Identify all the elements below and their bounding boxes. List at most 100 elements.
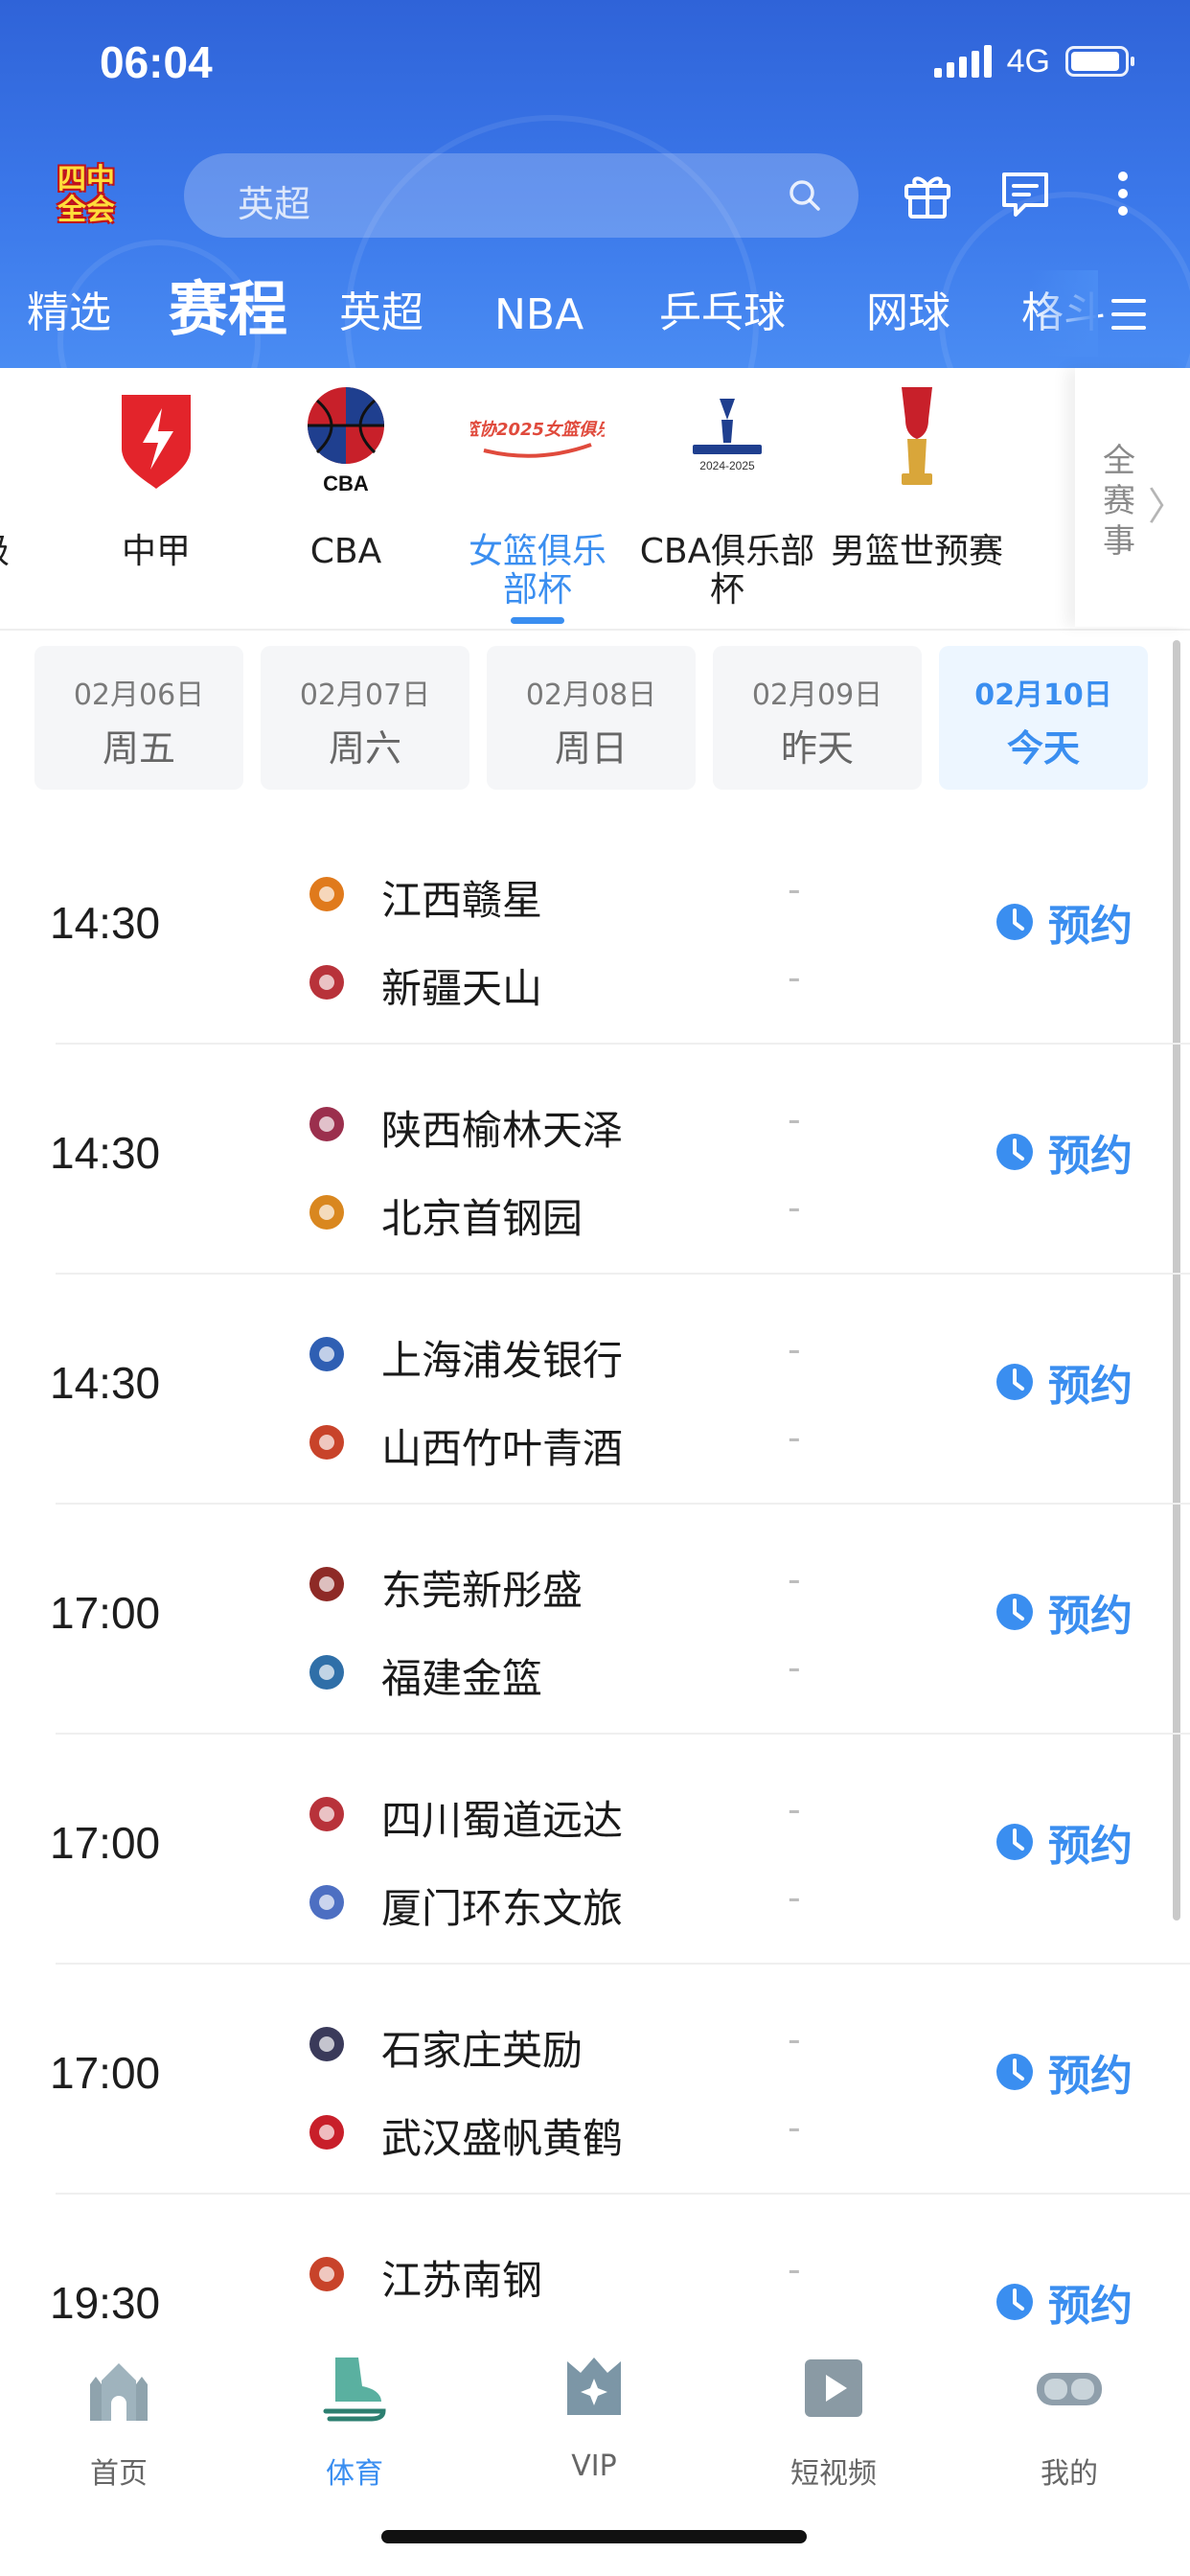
- competition-womens-club-cup[interactable]: 中国篮协2025女篮俱乐部杯 女篮俱乐部杯: [446, 368, 629, 629]
- match-time: 17:00: [50, 1588, 161, 1638]
- home-score: -: [788, 1558, 801, 1600]
- cathedral-icon: [90, 2363, 148, 2421]
- competition-cba-club-cup[interactable]: 2024-2025 CBA俱乐部杯: [636, 368, 818, 629]
- search-bar[interactable]: 英超: [184, 153, 858, 238]
- date-tab-today[interactable]: 02月10日 今天: [939, 646, 1148, 790]
- competition-label: 中甲: [121, 532, 191, 571]
- competition-active-indicator: [511, 617, 564, 624]
- competition-label: CBA俱乐部杯: [639, 532, 815, 610]
- team-logo-icon: [309, 965, 344, 1000]
- chevron-right-icon: 〉: [1148, 485, 1186, 529]
- weekday-label: 周日: [554, 727, 628, 770]
- date-tab[interactable]: 02月07日 周六: [261, 646, 469, 790]
- search-icon: [790, 180, 820, 211]
- skate-icon: [323, 2358, 386, 2422]
- clock-icon: [996, 1364, 1033, 1400]
- weekday-label: 昨天: [780, 727, 854, 770]
- away-score: -: [788, 1646, 801, 1689]
- date-tab[interactable]: 02月06日 周五: [34, 646, 243, 790]
- date-label: 02月06日: [73, 678, 205, 712]
- date-label: 02月10日: [974, 678, 1112, 712]
- nav-label: 我的: [1041, 2457, 1098, 2491]
- nav-short-video[interactable]: 短视频: [738, 2338, 929, 2501]
- reserve-button[interactable]: 预约: [993, 1813, 1133, 1871]
- womens-cup-logo-icon: 中国篮协2025女篮俱乐部杯: [470, 416, 605, 466]
- nav-label: 体育: [326, 2457, 383, 2491]
- team-logo-icon: [309, 2027, 344, 2061]
- competition-world-cup-qualifiers[interactable]: 男篮世预赛: [826, 368, 1008, 629]
- reserve-button[interactable]: 预约: [993, 1353, 1133, 1411]
- team-logo-icon: [309, 1195, 344, 1230]
- match-row[interactable]: 14:30 江西赣星 - 新疆天山 - 预约: [0, 815, 1190, 1045]
- competition-label: 女篮俱乐部杯: [468, 532, 606, 610]
- app-logo[interactable]: 四中 全会: [42, 161, 130, 230]
- network-label: 4G: [1006, 42, 1050, 80]
- date-tab[interactable]: 02月08日 周日: [487, 646, 696, 790]
- logo-line-2: 全会: [57, 194, 115, 227]
- date-label: 02月08日: [525, 678, 657, 712]
- home-score: -: [788, 1328, 801, 1370]
- reserve-label: 预约: [1048, 2282, 1133, 2331]
- tab-featured[interactable]: 精选: [27, 278, 111, 339]
- home-team-name: 陕西榆林天泽: [381, 1107, 624, 1154]
- home-score: -: [788, 868, 801, 910]
- competition-partial[interactable]: 级: [0, 368, 19, 629]
- match-time: 17:00: [50, 2048, 161, 2098]
- home-team-name: 江苏南钢: [381, 2257, 543, 2304]
- competition-zhongjia[interactable]: 中甲: [65, 368, 247, 629]
- tab-tennis[interactable]: 网球: [866, 278, 950, 339]
- match-time: 14:30: [50, 1128, 161, 1178]
- status-indicators: 4G: [933, 42, 1134, 80]
- tab-schedule[interactable]: 赛程: [169, 261, 287, 347]
- team-logo-icon: [309, 1107, 344, 1141]
- reserve-button[interactable]: 预约: [993, 1583, 1133, 1641]
- nav-home[interactable]: 首页: [23, 2338, 215, 2501]
- away-team-name: 北京首钢园: [381, 1195, 584, 1242]
- message-icon[interactable]: [996, 165, 1054, 222]
- category-tabs: 精选 赛程 英超 NBA 乒乓球 网球 格斗: [0, 270, 1190, 356]
- reserve-label: 预约: [1048, 1592, 1133, 1641]
- match-row[interactable]: 17:00 东莞新彤盛 - 福建金篮 - 预约: [0, 1505, 1190, 1735]
- match-row[interactable]: 17:00 四川蜀道远达 - 厦门环东文旅 - 预约: [0, 1735, 1190, 1965]
- weekday-label: 今天: [1006, 727, 1080, 770]
- logo-line-1: 四中: [57, 163, 115, 196]
- tab-table-tennis[interactable]: 乒乓球: [659, 278, 786, 339]
- home-score: -: [788, 1788, 801, 1830]
- match-row[interactable]: 17:00 石家庄英励 - 武汉盛帆黄鹤 - 预约: [0, 1965, 1190, 2195]
- nav-sports[interactable]: 体育: [259, 2338, 450, 2501]
- gift-icon[interactable]: [899, 165, 956, 222]
- nav-profile[interactable]: 我的: [973, 2338, 1165, 2501]
- video-icon: [805, 2359, 862, 2417]
- reserve-label: 预约: [1048, 2052, 1133, 2101]
- competition-cba[interactable]: CBA CBA: [255, 368, 437, 629]
- team-logo-icon: [309, 1655, 344, 1690]
- reserve-button[interactable]: 预约: [993, 893, 1133, 951]
- reserve-button[interactable]: 预约: [993, 2043, 1133, 2101]
- away-team-name: 新疆天山: [381, 965, 543, 1012]
- date-tab[interactable]: 02月09日 昨天: [713, 646, 922, 790]
- all-competitions-button[interactable]: 全赛事 〉: [1075, 368, 1190, 627]
- tab-menu-icon[interactable]: [1110, 293, 1148, 335]
- date-label: 02月07日: [299, 678, 431, 712]
- nav-vip[interactable]: VIP: [498, 2338, 690, 2501]
- reserve-button[interactable]: 预约: [993, 2273, 1133, 2331]
- team-logo-icon: [309, 2115, 344, 2150]
- match-row[interactable]: 14:30 陕西榆林天泽 - 北京首钢园 - 预约: [0, 1045, 1190, 1275]
- match-time: 14:30: [50, 1358, 161, 1408]
- match-row[interactable]: 14:30 上海浦发银行 - 山西竹叶青酒 - 预约: [0, 1275, 1190, 1505]
- away-score: -: [788, 2106, 801, 2149]
- tab-premier-league[interactable]: 英超: [339, 278, 423, 339]
- cba-club-cup-logo-text: 2024-2025: [699, 459, 755, 472]
- nav-label: 短视频: [790, 2457, 877, 2491]
- match-row[interactable]: 19:30江苏南钢-浙江稠州银行-预约: [0, 2195, 1190, 2338]
- team-logo-icon: [309, 1797, 344, 1831]
- tab-nba[interactable]: NBA: [494, 290, 584, 339]
- all-competitions-label: 全赛事: [1103, 442, 1135, 561]
- more-icon[interactable]: [1094, 165, 1152, 222]
- clock-icon: [996, 2284, 1033, 2320]
- reserve-button[interactable]: 预约: [993, 1123, 1133, 1181]
- away-team-name: 福建金篮: [381, 1655, 543, 1702]
- home-team-name: 四川蜀道远达: [381, 1797, 624, 1844]
- team-logo-icon: [309, 1885, 344, 1920]
- away-team-name: 山西竹叶青酒: [381, 1425, 624, 1472]
